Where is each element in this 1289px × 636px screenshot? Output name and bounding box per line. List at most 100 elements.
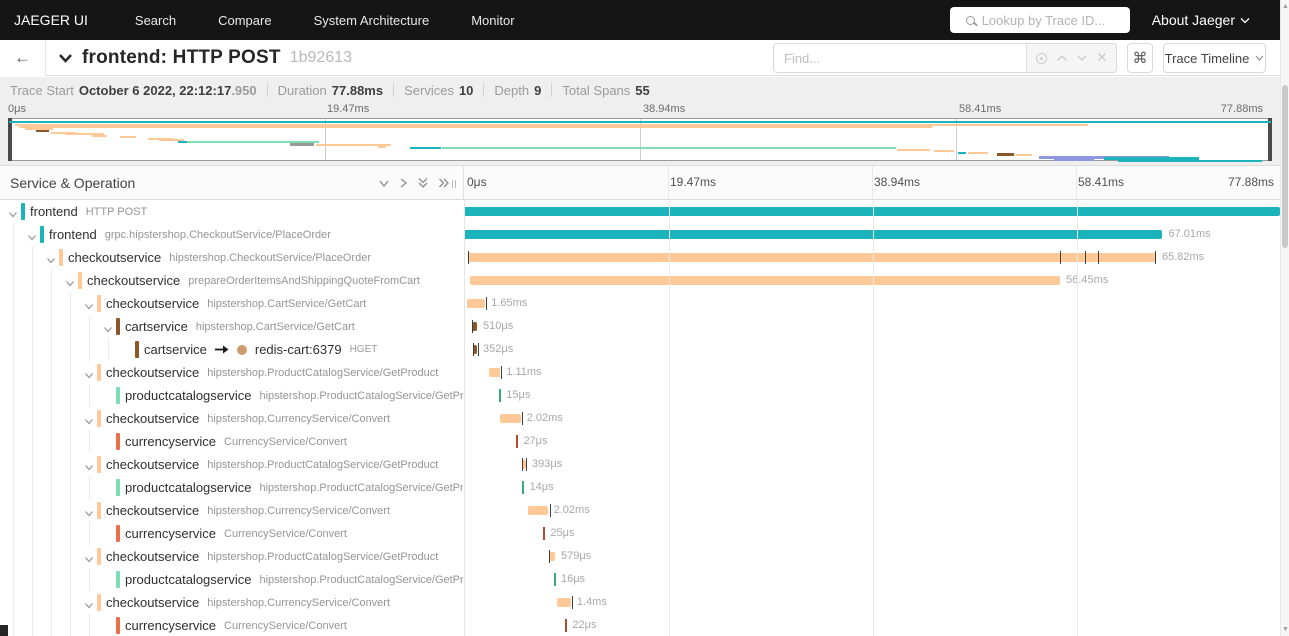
span-bar-cell[interactable]: 27μs [464, 430, 1280, 453]
span-tree-cell[interactable]: cartservice redis-cart:6379 HGET [0, 338, 463, 361]
scroll-down-icon[interactable]: ▼ [1281, 626, 1289, 633]
span-row[interactable]: frontend grpc.hipstershop.CheckoutService… [0, 223, 1280, 246]
span-duration-marker[interactable] [553, 573, 556, 586]
collapse-span-chevron-icon[interactable] [84, 505, 94, 522]
span-row[interactable]: cartservice hipstershop.CartService/GetCa… [0, 315, 1280, 338]
span-tree-cell[interactable]: productcatalogservice hipstershop.Product… [0, 476, 463, 499]
span-bar-cell[interactable]: 16μs [464, 568, 1280, 591]
span-duration-bar[interactable] [472, 322, 478, 331]
collapse-trace-chevron-icon[interactable] [58, 53, 73, 63]
span-row[interactable]: checkoutservice prepareOrderItemsAndShipp… [0, 269, 1280, 292]
span-tree-cell[interactable]: checkoutservice hipstershop.CurrencyServi… [0, 591, 463, 614]
span-tree-cell[interactable]: frontend grpc.hipstershop.CheckoutService… [0, 223, 463, 246]
span-tree-cell[interactable]: checkoutservice hipstershop.CurrencyServi… [0, 499, 463, 522]
span-bar-cell[interactable]: 1.4ms [464, 591, 1280, 614]
span-row[interactable]: productcatalogservice hipstershop.Product… [0, 384, 1280, 407]
span-duration-marker[interactable] [565, 619, 568, 632]
span-tree-cell[interactable]: checkoutservice hipstershop.CurrencyServi… [0, 407, 463, 430]
span-bar-cell[interactable]: 2.02ms [464, 499, 1280, 522]
span-tree-cell[interactable]: checkoutservice hipstershop.CheckoutServi… [0, 246, 463, 269]
span-bar-cell[interactable]: 67.01ms [464, 223, 1280, 246]
span-bar-cell[interactable]: 22μs [464, 614, 1280, 636]
collapse-span-chevron-icon[interactable] [84, 298, 94, 315]
collapse-span-chevron-icon[interactable] [84, 367, 94, 384]
trace-view-select[interactable]: Trace Timeline [1163, 43, 1266, 73]
span-bar-cell[interactable]: 1.11ms [464, 361, 1280, 384]
collapse-span-chevron-icon[interactable] [84, 413, 94, 430]
collapse-span-chevron-icon[interactable] [46, 252, 56, 269]
span-bar-cell[interactable]: 352μs [464, 338, 1280, 361]
expand-one-icon[interactable] [399, 177, 408, 189]
collapse-span-chevron-icon[interactable] [103, 321, 113, 338]
span-row[interactable]: checkoutservice hipstershop.CartService/G… [0, 292, 1280, 315]
app-logo[interactable]: JAEGER UI [0, 12, 114, 28]
span-row[interactable]: checkoutservice hipstershop.ProductCatalo… [0, 453, 1280, 476]
about-jaeger-menu[interactable]: About Jaeger [1152, 12, 1250, 28]
span-row[interactable]: productcatalogservice hipstershop.Product… [0, 568, 1280, 591]
span-tree-cell[interactable]: currencyservice CurrencyService/Convert [0, 430, 463, 453]
scroll-up-icon[interactable]: ▲ [1281, 3, 1289, 10]
scrollbar-thumb[interactable] [1282, 85, 1288, 248]
span-row[interactable]: currencyservice CurrencyService/Convert 25… [0, 522, 1280, 545]
span-bar-cell[interactable]: 65.82ms [464, 246, 1280, 269]
span-row[interactable]: frontend HTTP POST [0, 200, 1280, 223]
span-bar-cell[interactable]: 510μs [464, 315, 1280, 338]
span-tree-cell[interactable]: checkoutservice hipstershop.ProductCatalo… [0, 545, 463, 568]
nav-item-search[interactable]: Search [114, 0, 197, 40]
vertical-scrollbar[interactable]: ▲ ▼ [1280, 0, 1289, 636]
span-bar-cell[interactable]: 25μs [464, 522, 1280, 545]
nav-item-compare[interactable]: Compare [197, 0, 292, 40]
span-tree-cell[interactable]: cartservice hipstershop.CartService/GetCa… [0, 315, 463, 338]
minimap-left-drag-handle[interactable] [8, 118, 12, 161]
span-tree-cell[interactable]: checkoutservice hipstershop.CartService/G… [0, 292, 463, 315]
span-bar-cell[interactable] [464, 200, 1280, 223]
span-row[interactable]: checkoutservice hipstershop.CheckoutServi… [0, 246, 1280, 269]
collapse-one-icon[interactable] [378, 179, 390, 188]
find-clear-icon[interactable] [1097, 51, 1107, 65]
span-duration-bar[interactable] [489, 368, 501, 377]
span-row[interactable]: currencyservice CurrencyService/Convert 27… [0, 430, 1280, 453]
span-duration-marker[interactable] [499, 389, 502, 402]
span-duration-bar[interactable] [472, 345, 478, 354]
span-duration-bar[interactable] [549, 552, 555, 561]
span-row[interactable]: checkoutservice hipstershop.CurrencyServi… [0, 591, 1280, 614]
span-tree-cell[interactable]: currencyservice CurrencyService/Convert [0, 614, 463, 636]
span-duration-marker[interactable] [543, 527, 546, 540]
collapse-span-chevron-icon[interactable] [65, 275, 75, 292]
minimap-right-drag-handle[interactable] [1268, 118, 1272, 161]
span-tree-cell[interactable]: productcatalogservice hipstershop.Product… [0, 568, 463, 591]
span-row[interactable]: productcatalogservice hipstershop.Product… [0, 476, 1280, 499]
find-next-icon[interactable] [1076, 51, 1088, 65]
span-duration-marker[interactable] [516, 435, 519, 448]
span-row[interactable]: currencyservice CurrencyService/Convert 22… [0, 614, 1280, 636]
span-tree-cell[interactable]: checkoutservice hipstershop.ProductCatalo… [0, 361, 463, 384]
nav-item-system-architecture[interactable]: System Architecture [293, 0, 451, 40]
collapse-span-chevron-icon[interactable] [84, 459, 94, 476]
span-tree-cell[interactable]: checkoutservice hipstershop.ProductCatalo… [0, 453, 463, 476]
collapse-all-icon[interactable] [417, 177, 429, 189]
span-bar-cell[interactable]: 393μs [464, 453, 1280, 476]
span-row[interactable]: cartservice redis-cart:6379 HGET 352μs [0, 338, 1280, 361]
span-bar-cell[interactable]: 14μs [464, 476, 1280, 499]
span-tree-cell[interactable]: productcatalogservice hipstershop.Product… [0, 384, 463, 407]
find-prev-icon[interactable] [1056, 51, 1068, 65]
span-duration-bar[interactable] [499, 414, 521, 423]
span-tree-cell[interactable]: checkoutservice prepareOrderItemsAndShipp… [0, 269, 463, 292]
span-duration-bar[interactable] [464, 230, 1163, 239]
span-duration-marker[interactable] [522, 481, 525, 494]
find-input[interactable] [774, 44, 1026, 72]
span-duration-bar[interactable] [464, 207, 1280, 216]
span-duration-bar[interactable] [467, 299, 486, 308]
span-duration-bar[interactable] [557, 598, 571, 607]
span-row[interactable]: checkoutservice hipstershop.ProductCatalo… [0, 361, 1280, 384]
span-bar-cell[interactable]: 15μs [464, 384, 1280, 407]
span-bar-cell[interactable]: 2.02ms [464, 407, 1280, 430]
span-duration-bar[interactable] [527, 506, 548, 515]
span-row[interactable]: checkoutservice hipstershop.CurrencyServi… [0, 499, 1280, 522]
collapse-span-chevron-icon[interactable] [84, 597, 94, 614]
span-tree-cell[interactable]: currencyservice CurrencyService/Convert [0, 522, 463, 545]
nav-item-monitor[interactable]: Monitor [450, 0, 535, 40]
trace-id-lookup-input[interactable]: Lookup by Trace ID... [949, 7, 1130, 33]
span-duration-bar[interactable] [468, 253, 1156, 262]
match-indicator-icon[interactable] [1035, 52, 1047, 64]
